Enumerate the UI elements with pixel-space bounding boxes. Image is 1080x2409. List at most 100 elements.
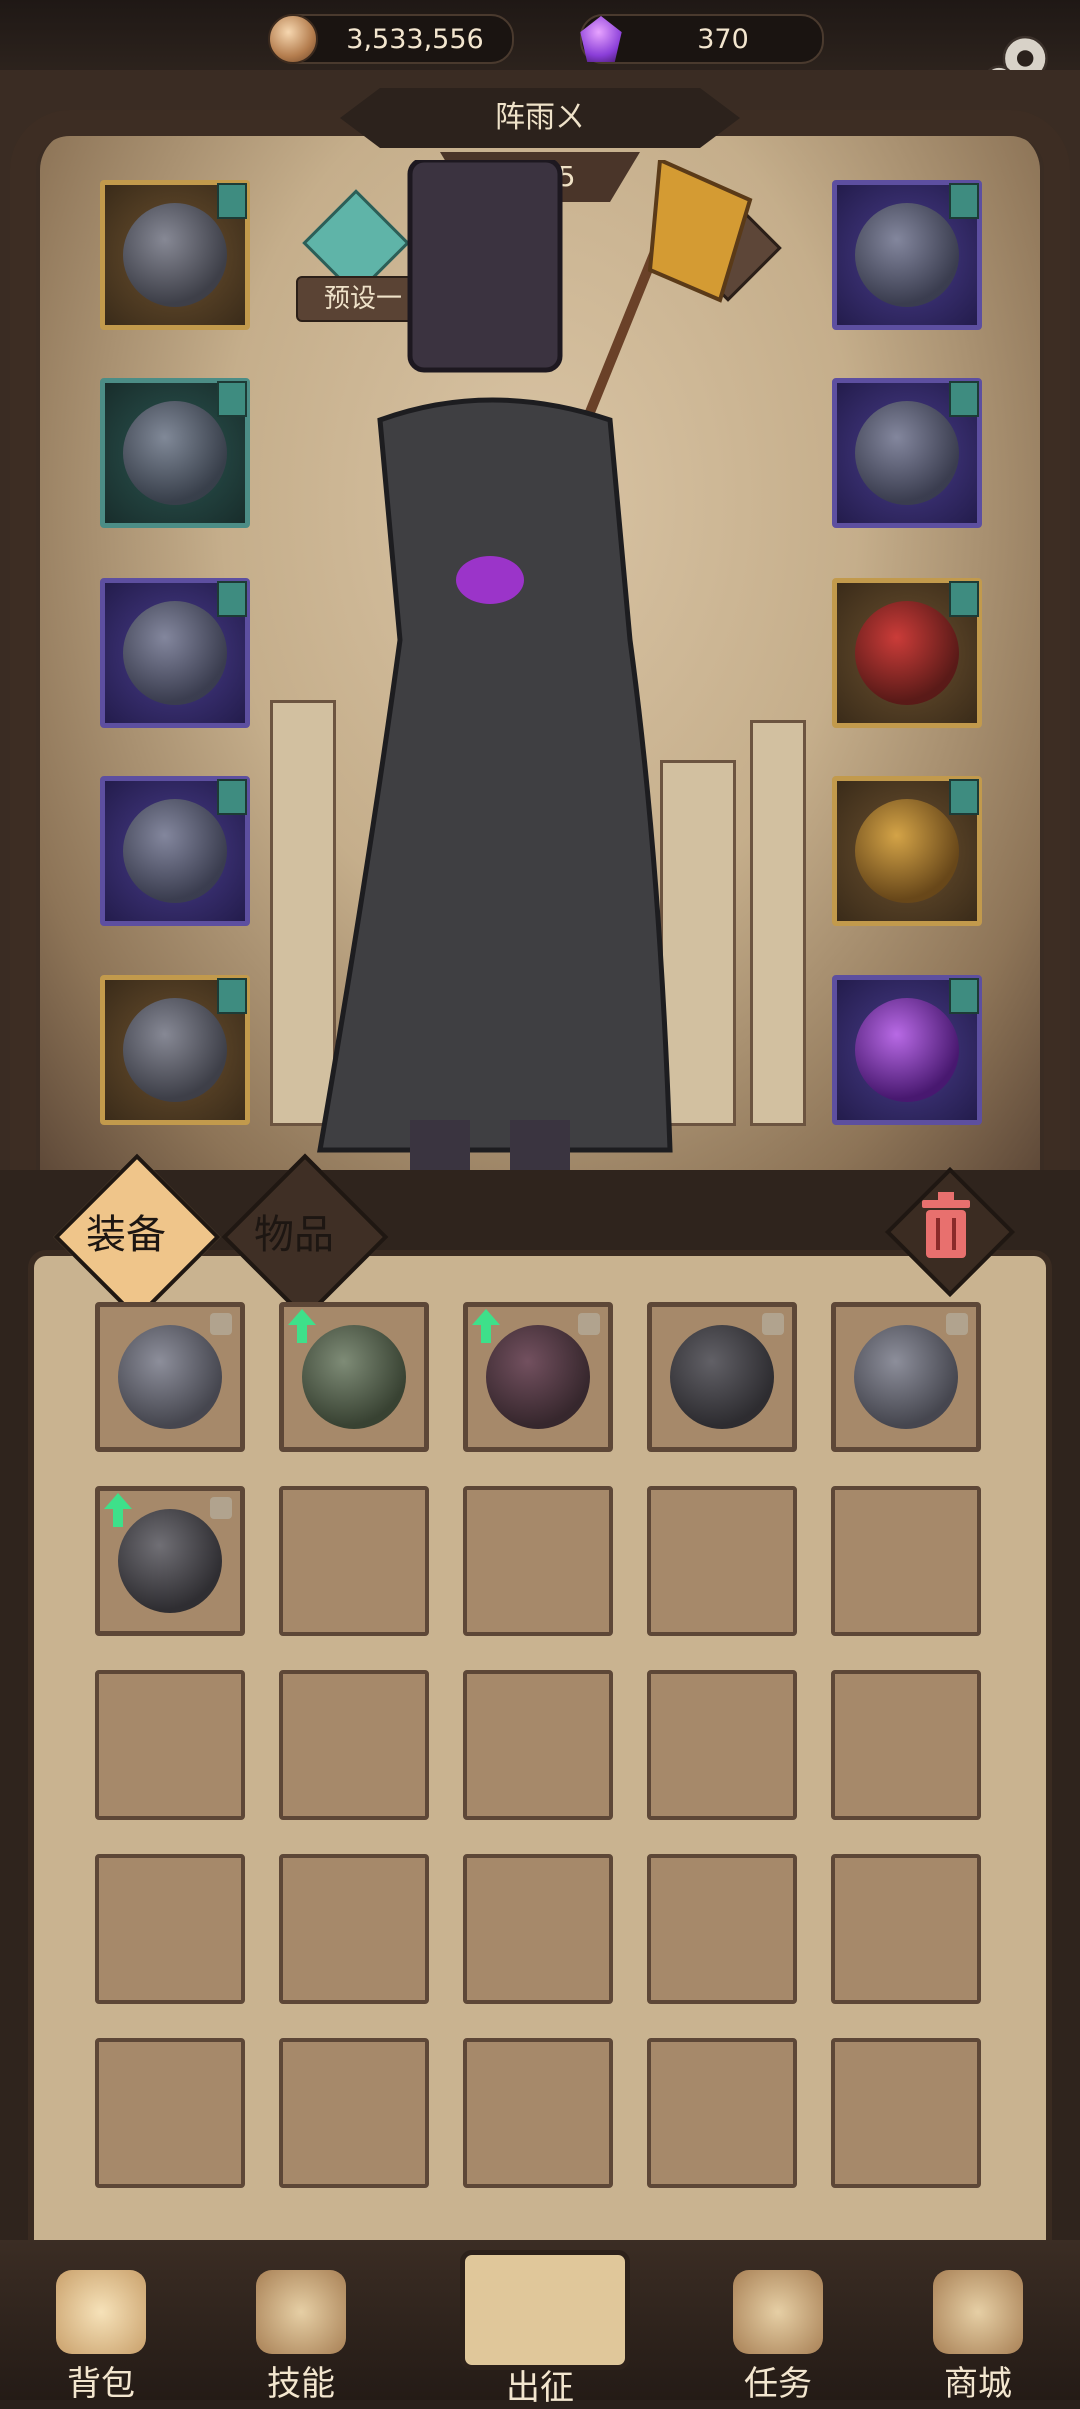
lock-icon bbox=[578, 1313, 600, 1335]
inventory-slot-empty[interactable] bbox=[647, 1854, 797, 2004]
inventory-slot[interactable] bbox=[95, 1302, 245, 1452]
gem-counter[interactable]: 370 bbox=[580, 14, 824, 64]
upgrade-arrow-icon bbox=[288, 1309, 316, 1343]
potion-belt bbox=[456, 556, 524, 604]
nav-skills[interactable]: 技能 bbox=[226, 2270, 376, 2404]
inventory-slot[interactable] bbox=[647, 1302, 797, 1452]
amulet-item-icon bbox=[855, 601, 959, 705]
tab-equip[interactable]: 装备 bbox=[86, 1200, 166, 1270]
nav-shop-label: 商城 bbox=[944, 2364, 1012, 2404]
equip-slot-armor[interactable] bbox=[100, 378, 250, 528]
inventory-slot-empty[interactable] bbox=[279, 1670, 429, 1820]
equip-tab-icon bbox=[949, 381, 979, 417]
tab-items[interactable]: 物品 bbox=[254, 1200, 334, 1270]
nav-shop[interactable]: 商城 bbox=[903, 2270, 1053, 2404]
necklace-item-icon bbox=[855, 203, 959, 307]
robe bbox=[317, 397, 673, 1153]
inventory-slot-empty[interactable] bbox=[463, 2038, 613, 2188]
equip-slot-gloves[interactable] bbox=[100, 578, 250, 728]
equip-tab-icon bbox=[949, 978, 979, 1014]
upgrade-arrow-icon bbox=[104, 1493, 132, 1527]
inventory-slot-empty[interactable] bbox=[279, 2038, 429, 2188]
necklace-item-icon bbox=[854, 1325, 958, 1429]
helmet-item-icon bbox=[123, 203, 227, 307]
inventory-slot-empty[interactable] bbox=[831, 1486, 981, 1636]
equip-slot-amulet[interactable] bbox=[832, 578, 982, 728]
boots-item-icon bbox=[123, 998, 227, 1102]
nav-skills-label: 技能 bbox=[267, 2364, 335, 2404]
inventory-slot-empty[interactable] bbox=[279, 1486, 429, 1636]
crown-shop-icon bbox=[933, 2270, 1023, 2354]
equip-slot-potion[interactable] bbox=[832, 975, 982, 1125]
horn-icon bbox=[733, 2270, 823, 2354]
nav-tasks-label: 任务 bbox=[744, 2364, 812, 2404]
equip-tab-icon bbox=[217, 581, 247, 617]
gem-icon bbox=[580, 16, 622, 62]
lock-icon bbox=[210, 1313, 232, 1335]
nav-tasks[interactable]: 任务 bbox=[703, 2270, 853, 2404]
equip-tab-icon bbox=[949, 581, 979, 617]
armor-item-icon bbox=[123, 401, 227, 505]
equip-slot-pants[interactable] bbox=[100, 776, 250, 926]
gold-value: 3,533,556 bbox=[346, 23, 484, 55]
top-bar bbox=[0, 0, 1080, 80]
scroll-map-icon bbox=[460, 2250, 630, 2370]
upgrade-arrow-icon bbox=[472, 1309, 500, 1343]
hero-character bbox=[317, 160, 753, 1180]
lock-icon bbox=[946, 1313, 968, 1335]
trash-icon bbox=[922, 1192, 970, 1258]
equip-slot-necklace[interactable] bbox=[832, 180, 982, 330]
inventory-slot-empty[interactable] bbox=[647, 2038, 797, 2188]
inventory-slot-empty[interactable] bbox=[463, 1670, 613, 1820]
equip-tab-icon bbox=[217, 978, 247, 1014]
equip-slot-boots[interactable] bbox=[100, 975, 250, 1125]
equip-tab-icon bbox=[217, 381, 247, 417]
inventory-slot-empty[interactable] bbox=[95, 2038, 245, 2188]
inventory-slot-empty[interactable] bbox=[463, 1486, 613, 1636]
lock-icon bbox=[762, 1313, 784, 1335]
lock-icon bbox=[210, 1497, 232, 1519]
skill-book-icon bbox=[256, 2270, 346, 2354]
equip-tab-icon bbox=[217, 183, 247, 219]
bag-icon bbox=[56, 2270, 146, 2354]
gold-coin-icon bbox=[268, 14, 318, 64]
necklace-item-icon bbox=[118, 1325, 222, 1429]
belt-item-icon bbox=[302, 1325, 406, 1429]
nav-bag[interactable]: 背包 bbox=[26, 2270, 176, 2404]
equip-slot-ring[interactable] bbox=[832, 378, 982, 528]
inventory-slot-empty[interactable] bbox=[463, 1854, 613, 2004]
equip-slot-weapon[interactable] bbox=[832, 776, 982, 926]
nav-bag-label: 背包 bbox=[67, 2364, 135, 2404]
equip-tab-icon bbox=[217, 779, 247, 815]
staff-item-icon bbox=[855, 799, 959, 903]
inventory-slot[interactable] bbox=[463, 1302, 613, 1452]
inventory-slot-empty[interactable] bbox=[831, 1854, 981, 2004]
inventory-slot[interactable] bbox=[831, 1302, 981, 1452]
cloak-item-icon bbox=[486, 1325, 590, 1429]
inventory-slot-empty[interactable] bbox=[831, 2038, 981, 2188]
staff-head bbox=[647, 160, 753, 303]
inventory-slot[interactable] bbox=[279, 1302, 429, 1452]
inventory-slot-empty[interactable] bbox=[279, 1854, 429, 2004]
ring-item-icon bbox=[855, 401, 959, 505]
nav-expedition[interactable]: 出征 bbox=[440, 2190, 640, 2408]
gold-counter[interactable]: 3,533,556 bbox=[268, 14, 514, 64]
equip-slot-helmet[interactable] bbox=[100, 180, 250, 330]
ring-item-icon bbox=[118, 1509, 222, 1613]
inventory-slot-empty[interactable] bbox=[831, 1670, 981, 1820]
hero-name: 阵雨ㄨ bbox=[340, 88, 740, 148]
inventory-slot-empty[interactable] bbox=[647, 1670, 797, 1820]
inventory-slot-empty[interactable] bbox=[95, 1670, 245, 1820]
gem-value: 370 bbox=[697, 23, 749, 55]
potion-item-icon bbox=[855, 998, 959, 1102]
pants-item-icon bbox=[123, 799, 227, 903]
nav-expedition-label: 出征 bbox=[506, 2368, 574, 2408]
inventory-slot[interactable] bbox=[95, 1486, 245, 1636]
inventory-slot-empty[interactable] bbox=[95, 1854, 245, 2004]
equip-tab-icon bbox=[949, 779, 979, 815]
cage-helmet bbox=[407, 160, 563, 373]
gloves-item-icon bbox=[123, 601, 227, 705]
equip-tab-icon bbox=[949, 183, 979, 219]
boots-item-icon bbox=[670, 1325, 774, 1429]
inventory-slot-empty[interactable] bbox=[647, 1486, 797, 1636]
